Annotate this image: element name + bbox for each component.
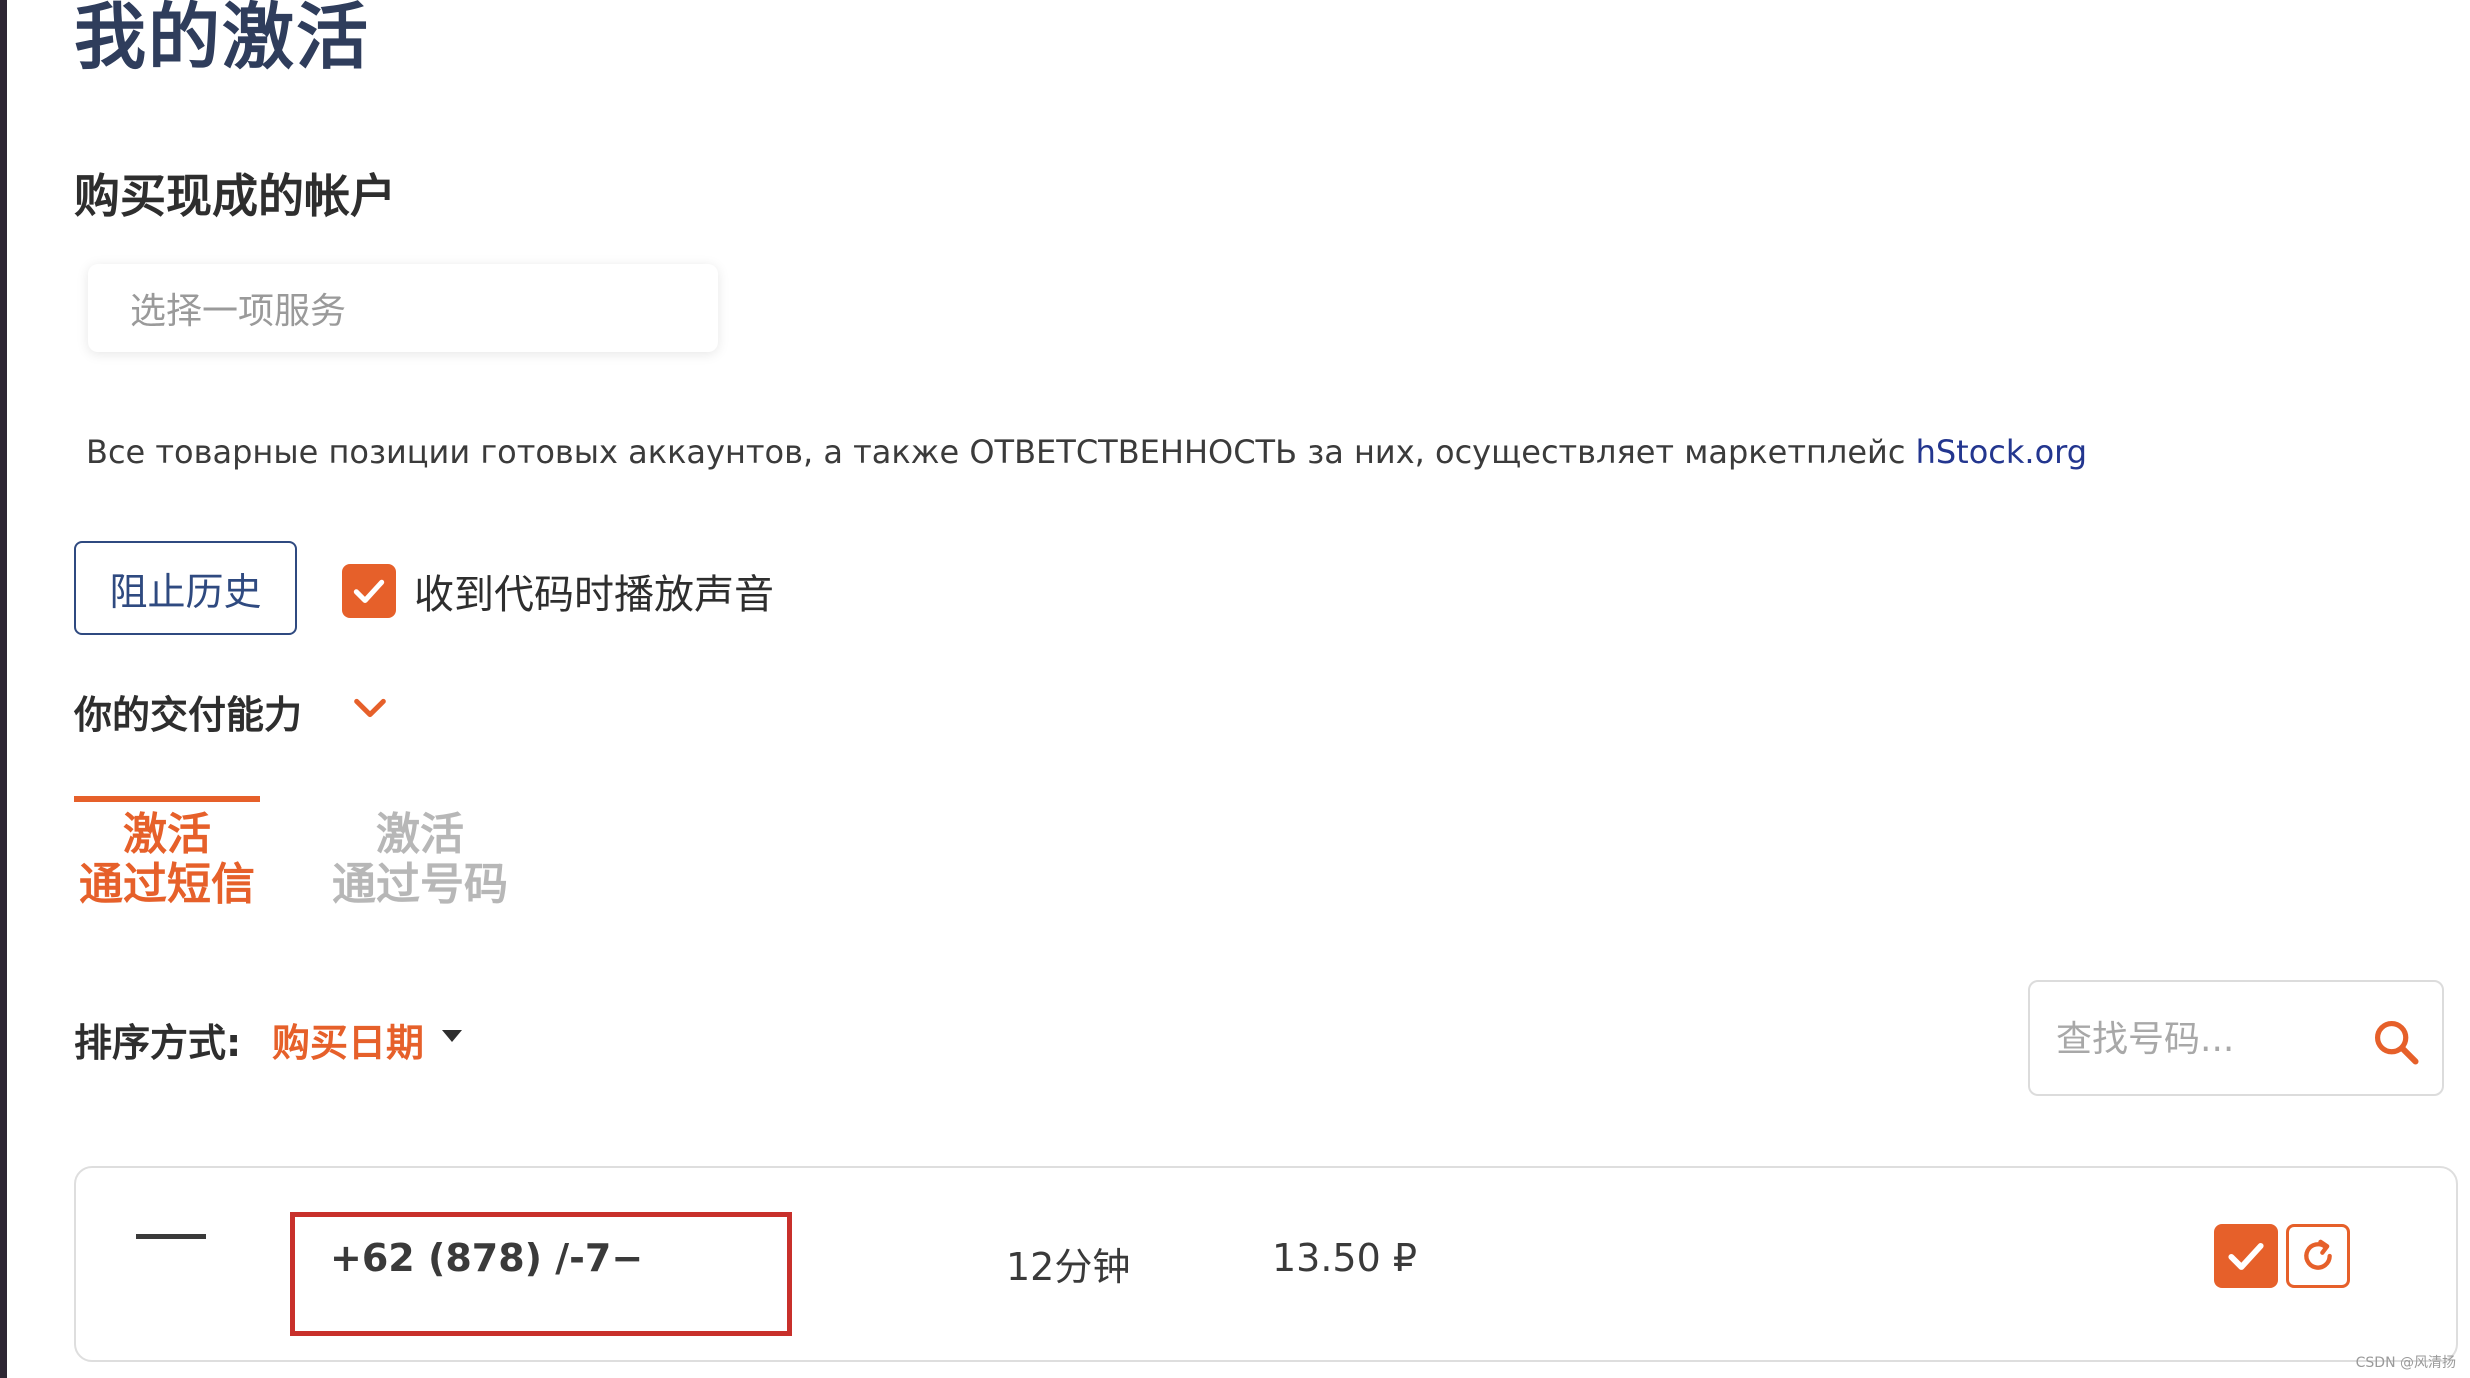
service-select[interactable]: 选择一项服务 xyxy=(88,264,718,352)
confirm-button[interactable] xyxy=(2214,1224,2278,1288)
sound-checkbox-label[interactable]: 收到代码时播放声音 xyxy=(414,562,774,620)
sound-checkbox[interactable] xyxy=(342,564,396,618)
activations-page: 我的激活 购买现成的帐户 选择一项服务 Все товарные позиции… xyxy=(0,0,2470,1378)
section-title: 购买现成的帐户 xyxy=(74,169,396,223)
sort-dropdown[interactable]: 购买日期 xyxy=(272,1012,424,1067)
tab-number-line2: 通过号码 xyxy=(332,859,508,910)
notice-text: Все товарные позиции готовых аккаунтов, … xyxy=(86,433,1916,471)
tab-sms-line2: 通过短信 xyxy=(79,859,255,910)
activation-row: +62 (878) /-7− 12分钟 13.50 ₽ xyxy=(74,1166,2458,1362)
activation-duration: 12分钟 xyxy=(1006,1245,1131,1289)
marketplace-notice: Все товарные позиции готовых аккаунтов, … xyxy=(86,433,2087,471)
hstock-link[interactable]: hStock.org xyxy=(1916,433,2088,471)
window-edge xyxy=(0,0,7,1378)
search-icon[interactable] xyxy=(2370,1016,2422,1068)
tab-activation-by-number[interactable]: 激活 通过号码 xyxy=(320,802,520,910)
checkmark-icon xyxy=(2228,1242,2264,1270)
checkmark-icon xyxy=(353,579,385,604)
watermark: CSDN @风清扬 xyxy=(2355,1355,2456,1371)
refresh-button[interactable] xyxy=(2286,1224,2350,1288)
search-box[interactable] xyxy=(2028,980,2444,1096)
caret-down-icon[interactable] xyxy=(440,1028,464,1044)
activation-price: 13.50 ₽ xyxy=(1272,1236,1418,1280)
delivery-capability-label[interactable]: 你的交付能力 xyxy=(74,684,302,739)
phone-number[interactable]: +62 (878) /-7− xyxy=(330,1236,643,1280)
tab-number-line1: 激活 xyxy=(376,809,464,860)
block-history-button[interactable]: 阻止历史 xyxy=(74,541,297,635)
search-input[interactable] xyxy=(2054,1004,2358,1074)
page-title: 我的激活 xyxy=(74,0,371,79)
tab-activation-by-sms[interactable]: 激活 通过短信 xyxy=(74,796,260,910)
chevron-down-icon[interactable] xyxy=(348,688,392,728)
status-dash xyxy=(136,1234,206,1239)
refresh-icon xyxy=(2304,1239,2332,1270)
sort-label: 排序方式: xyxy=(74,1021,242,1065)
service-select-placeholder: 选择一项服务 xyxy=(130,291,347,332)
tab-sms-line1: 激活 xyxy=(123,809,211,860)
